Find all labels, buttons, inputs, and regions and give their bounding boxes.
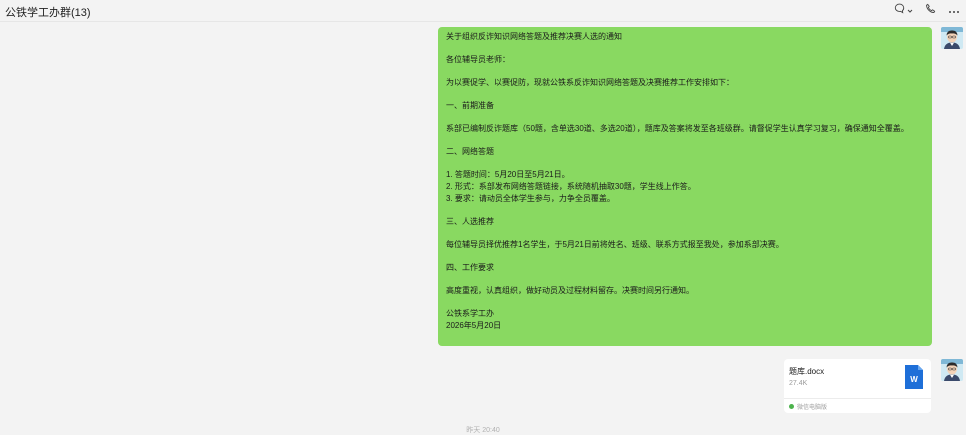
avatar[interactable] [941,359,963,381]
message-line-title: 关于组织反诈知识网络答题及推荐决赛人选的通知 [446,32,622,41]
message-line-requirements: 高度重视，认真组织，做好动员及过程材料留存。决赛时间另行通知。 [446,286,694,295]
svg-text:W: W [910,375,918,384]
message-line-item-3: 3. 要求：请动员全体学生参与，力争全员覆盖。 [446,194,615,203]
message-bubble[interactable]: 关于组织反诈知识网络答题及推荐决赛人选的通知 各位辅导员老师： 为以赛促学、以赛… [438,27,932,346]
message-line-section-2: 二、网络答题 [446,147,494,156]
message-line-section-3: 三、人选推荐 [446,217,494,226]
timestamp: 昨天 20:40 [466,427,500,434]
message-line-greeting: 各位辅导员老师： [446,55,510,64]
message-line-section-1: 一、前期准备 [446,101,494,110]
chat-titlebar: 公铁学工办群(13) [0,0,966,22]
file-size: 27.4K [789,380,808,387]
chat-bubble-icon[interactable] [894,3,905,18]
chevron-down-icon[interactable] [907,4,913,18]
titlebar-actions [894,3,960,18]
wechat-icon [789,404,794,409]
chat-title: 公铁学工办群(13) [5,7,91,19]
message-line-item-2: 2. 形式：系部发布网络答题链接，系统随机抽取30题，学生线上作答。 [446,182,696,191]
file-name: 题库.docx [789,367,825,376]
message-line-recommend: 每位辅导员择优推荐1名学生，于5月21日前将姓名、班级、联系方式报至我处，参加系… [446,240,784,249]
more-icon[interactable] [948,4,960,18]
message-line-signature: 公铁系学工办 [446,309,494,318]
file-message-card[interactable]: 题库.docx 27.4K W 微信电脑版 [784,359,931,413]
message-line-date: 2026年5月20日 [446,321,502,330]
message-line-prep: 系部已编制反诈题库（50题，含单选30道、多选20道），题库及答案将发至各班级群… [446,124,909,133]
file-source: 微信电脑版 [789,402,827,411]
message-line-item-1: 1. 答题时间：5月20日至5月21日。 [446,170,570,179]
avatar[interactable] [941,27,963,49]
file-card-divider [784,398,931,399]
phone-icon[interactable] [925,3,936,18]
message-line-section-4: 四、工作要求 [446,263,494,272]
word-file-icon: W [905,365,923,389]
message-line-intro: 为以赛促学、以赛促防，现就公铁系反诈知识网络答题及决赛推荐工作安排如下： [446,78,734,87]
file-source-label: 微信电脑版 [797,405,828,411]
